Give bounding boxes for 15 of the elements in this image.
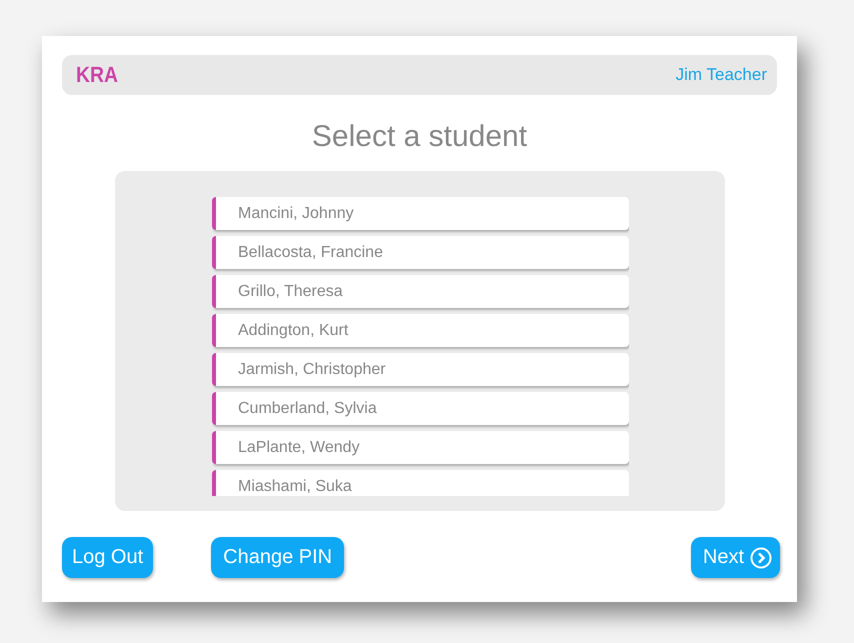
student-item[interactable]: Addington, Kurt xyxy=(212,314,629,347)
student-item[interactable]: Bellacosta, Francine xyxy=(212,236,629,269)
student-item[interactable]: Grillo, Theresa xyxy=(212,275,629,308)
page-title: Select a student xyxy=(310,120,528,154)
app-logo: KRA xyxy=(76,62,118,88)
student-item[interactable]: Cumberland, Sylvia xyxy=(212,392,629,425)
log-out-button[interactable]: Log Out xyxy=(62,537,154,578)
chevron-circle-icon xyxy=(750,546,772,568)
student-item[interactable]: Miashami, Suka xyxy=(212,470,629,496)
user-name: Jim Teacher xyxy=(676,65,767,85)
student-item[interactable]: Jarmish, Christopher xyxy=(212,353,629,386)
change-pin-button[interactable]: Change PIN xyxy=(211,537,344,578)
student-item[interactable]: LaPlante, Wendy xyxy=(212,431,629,464)
next-button[interactable]: Next xyxy=(690,537,780,578)
student-item[interactable]: Mancini, Johnny xyxy=(212,197,629,230)
